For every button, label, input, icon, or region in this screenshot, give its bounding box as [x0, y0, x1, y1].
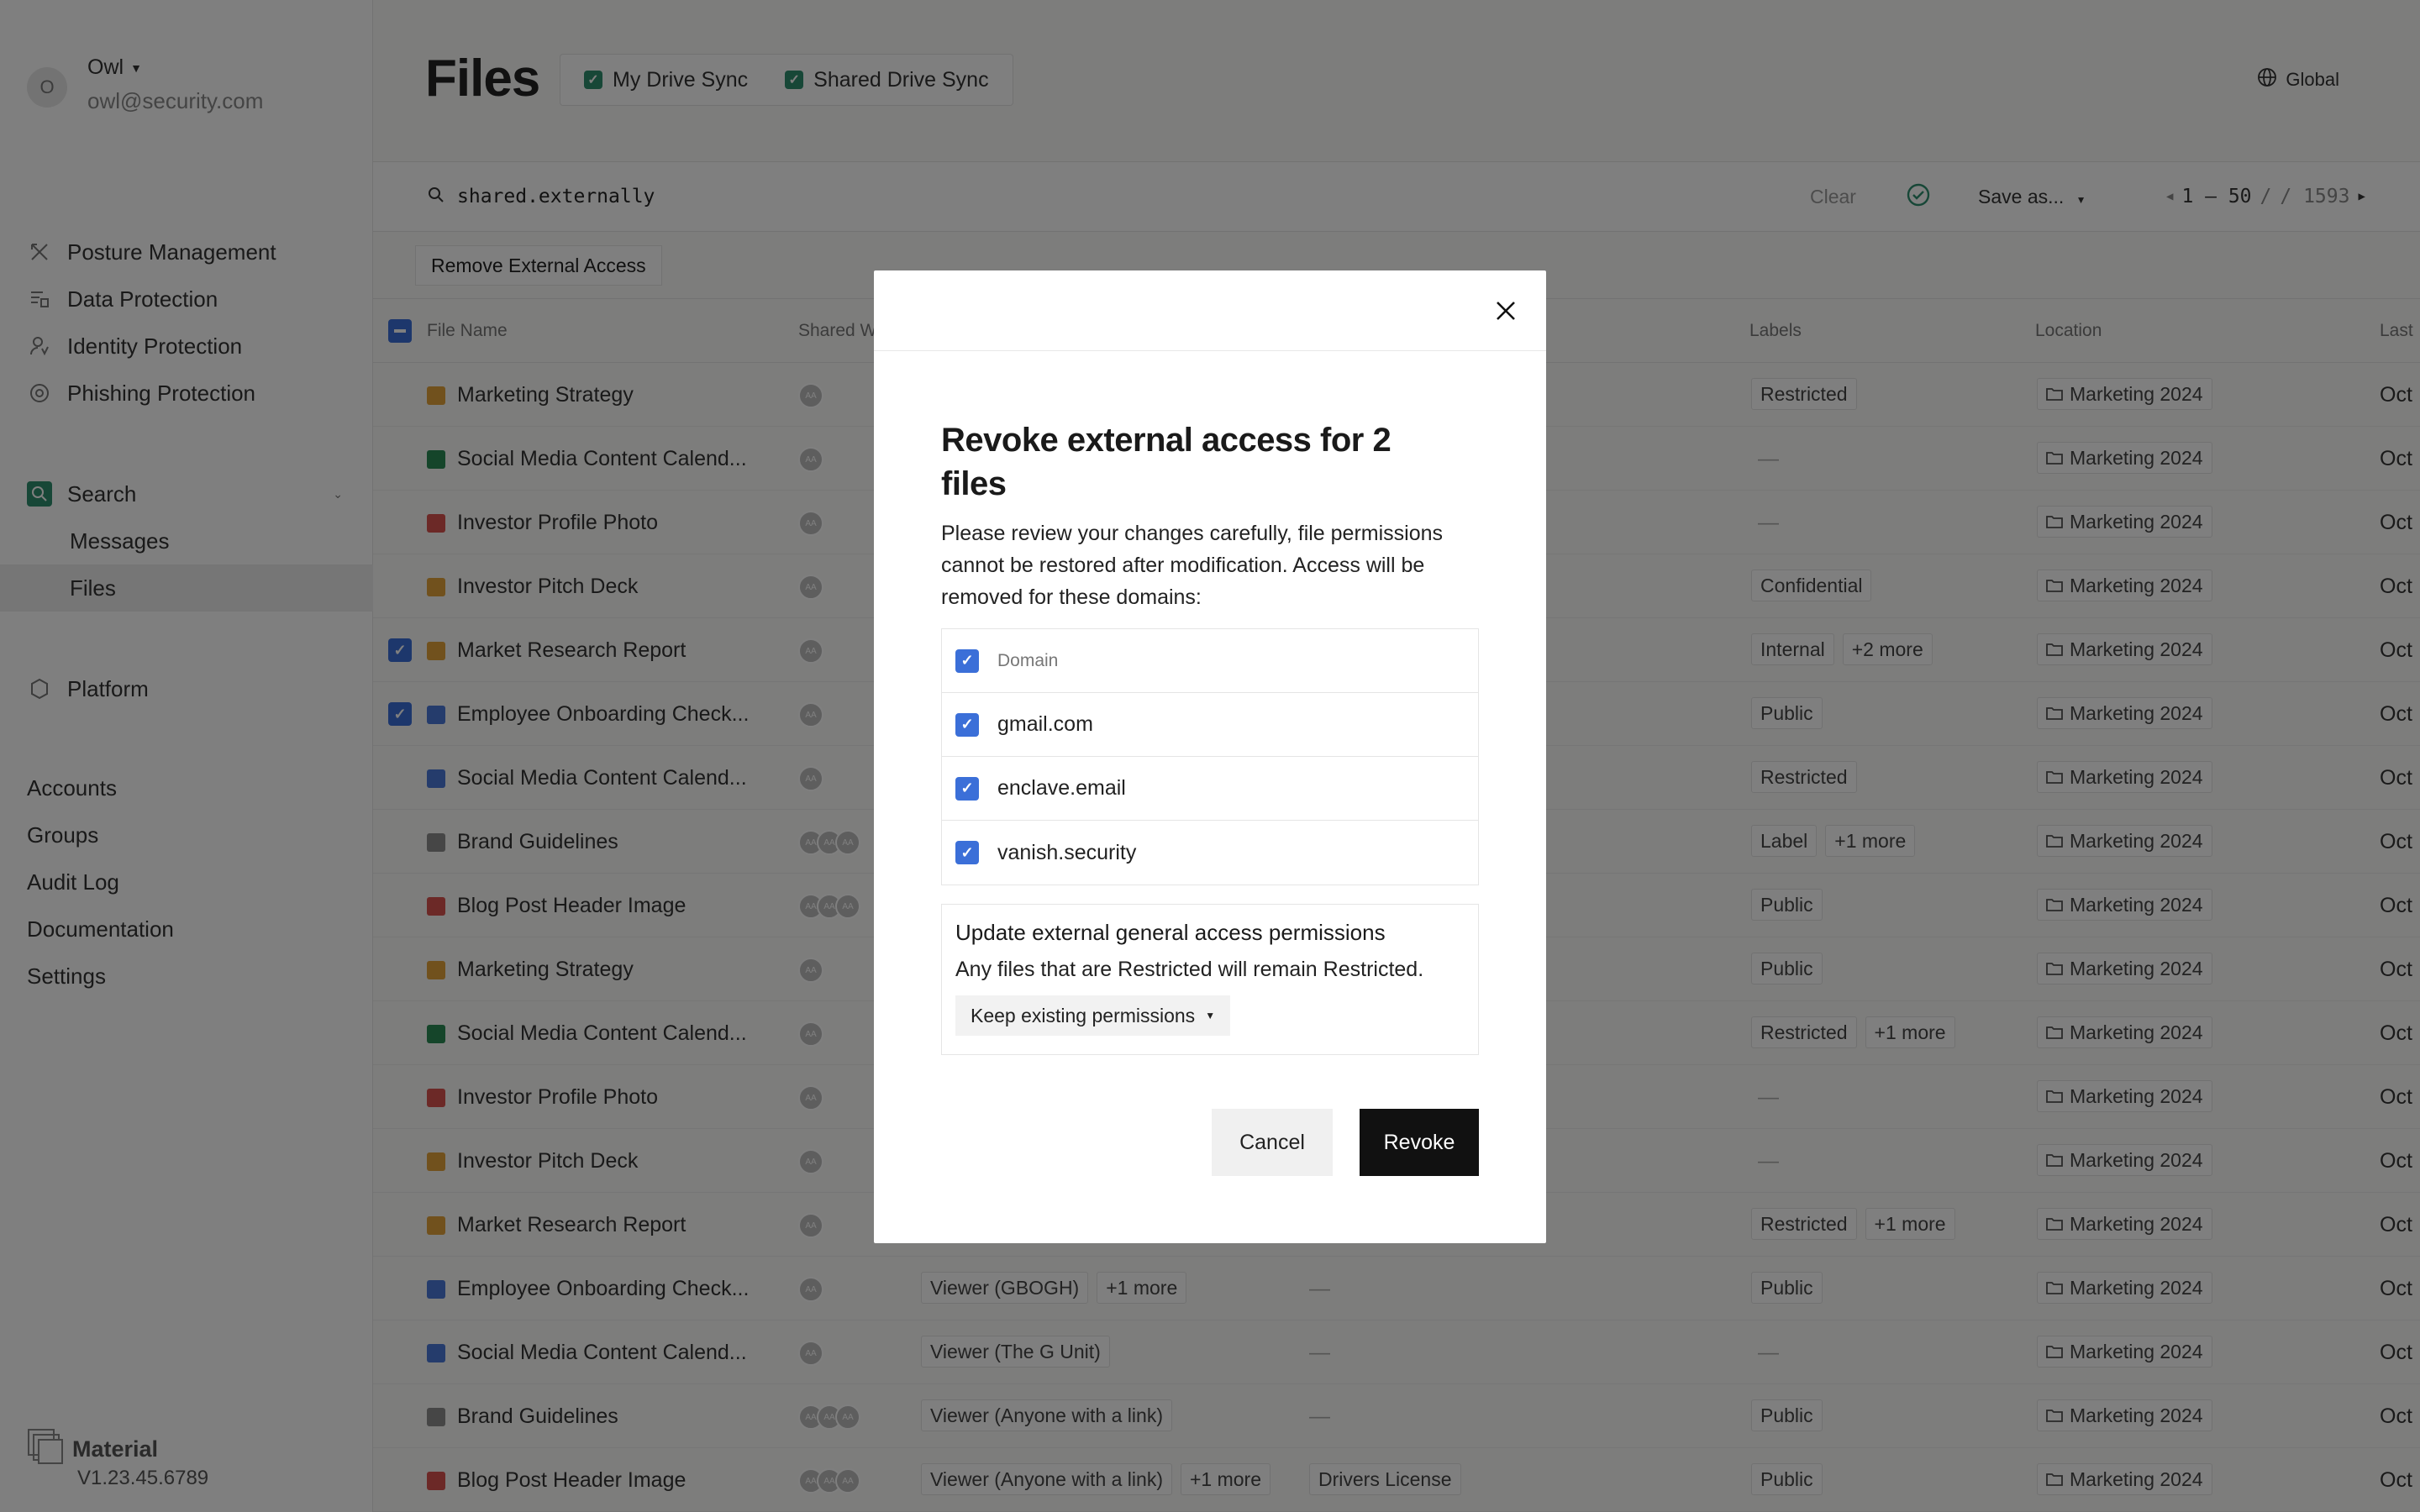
domain-checkbox[interactable]: ✓ — [955, 841, 979, 864]
revoke-button[interactable]: Revoke — [1360, 1109, 1479, 1176]
update-permissions-panel: Update external general access permissio… — [941, 904, 1479, 1055]
close-icon[interactable] — [1494, 299, 1518, 323]
domain-name: enclave.email — [997, 776, 1126, 800]
cancel-button[interactable]: Cancel — [1212, 1109, 1333, 1176]
domain-checkbox[interactable]: ✓ — [955, 776, 979, 801]
caret-down-icon: ▼ — [1205, 1010, 1216, 1021]
domain-checkbox[interactable]: ✓ — [955, 712, 979, 737]
modal-header — [874, 270, 1546, 351]
modal-title: Revoke external access for 2 files — [941, 422, 1392, 502]
domain-row: ✓ enclave.email — [942, 757, 1478, 821]
domain-table-header: ✓ Domain — [942, 629, 1478, 693]
permissions-select[interactable]: Keep existing permissions ▼ — [955, 995, 1231, 1036]
domain-name: vanish.security — [997, 840, 1137, 864]
update-description: Any files that are Restricted will remai… — [955, 958, 1424, 981]
revoke-modal: Revoke external access for 2 files Pleas… — [874, 270, 1546, 1243]
domain-header-label: Domain — [997, 650, 1059, 670]
domain-row: ✓ vanish.security — [942, 821, 1478, 885]
select-all-domains-checkbox[interactable]: ✓ — [955, 648, 979, 673]
modal-description: Please review your changes carefully, fi… — [941, 522, 1444, 609]
domain-name: gmail.com — [997, 712, 1093, 736]
update-title: Update external general access permissio… — [955, 920, 1386, 945]
domain-row: ✓ gmail.com — [942, 693, 1478, 757]
domain-table: ✓ Domain ✓ gmail.com ✓ enclave.email ✓ v… — [941, 628, 1479, 885]
